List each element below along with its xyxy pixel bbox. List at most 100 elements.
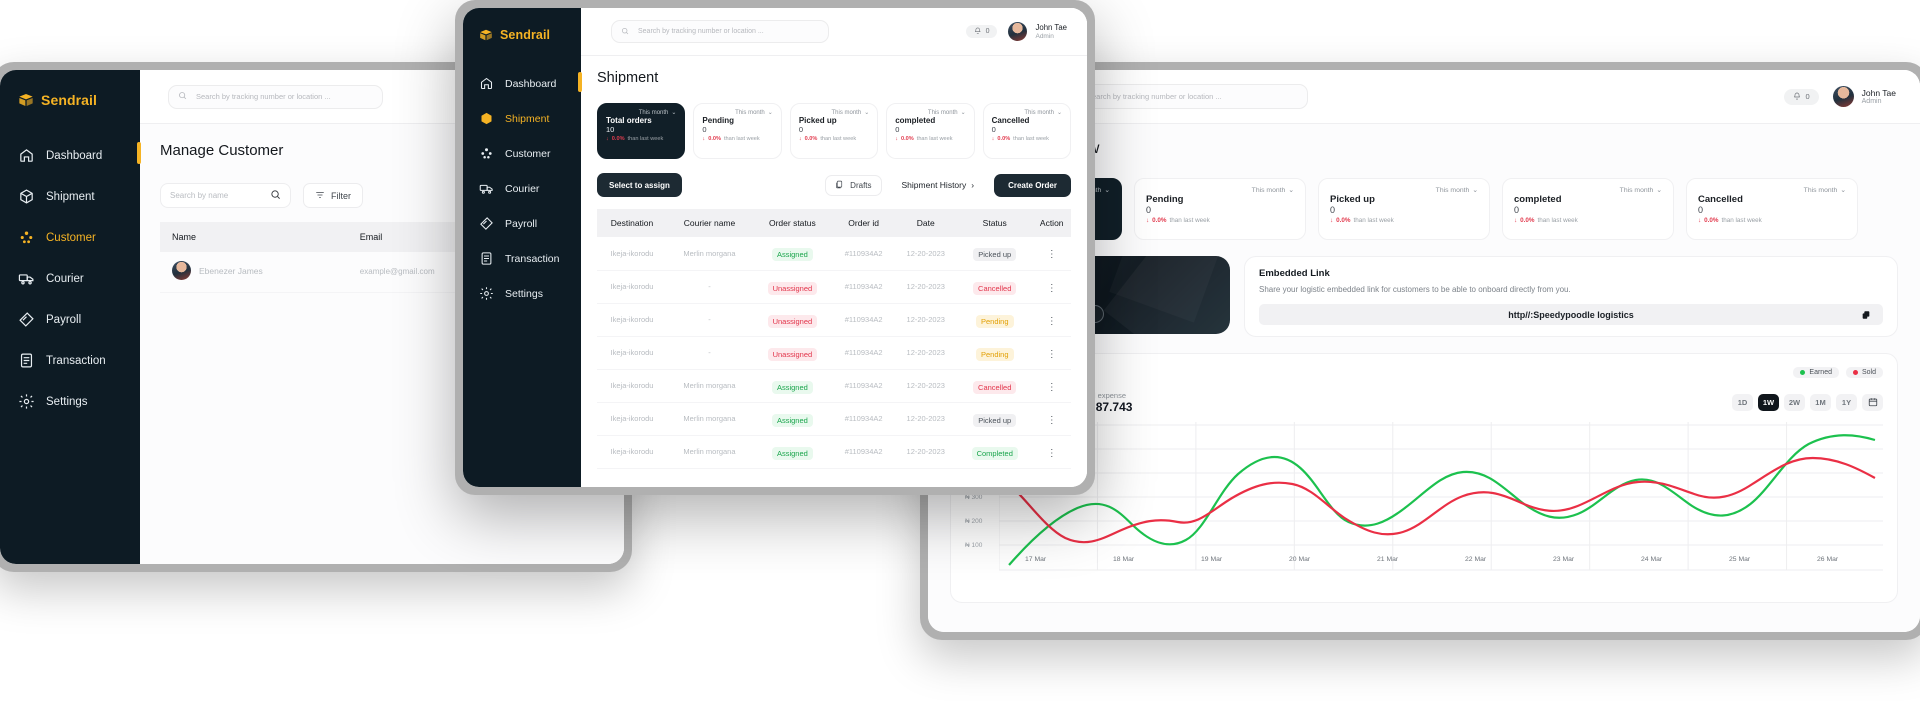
sidebar-item-dashboard[interactable]: Dashboard	[463, 72, 582, 95]
notification-badge[interactable]: 0	[1784, 88, 1819, 105]
range-2w[interactable]: 2W	[1784, 393, 1805, 411]
select-to-assign-button[interactable]: Select to assign	[597, 173, 682, 197]
kebab-menu-icon[interactable]: ⋮	[1047, 448, 1057, 457]
stat-card-total-orders[interactable]: This month ⌄ Total orders 10 ↓0.0%than l…	[597, 103, 686, 159]
table-row[interactable]: Ikeja-ikorodu Merlin morgana Assigned #1…	[597, 435, 1071, 469]
table-row[interactable]: Ikeja-ikorodu Merlin morgana Assigned #1…	[597, 369, 1071, 403]
stat-delta: ↓0.0%than last week	[1698, 217, 1762, 224]
range-1w[interactable]: 1W	[1758, 393, 1779, 411]
stat-period[interactable]: This month ⌄	[1436, 186, 1478, 195]
cube-icon	[479, 111, 494, 126]
table-row[interactable]: Ikeja-ikorodu Merlin morgana Assigned #1…	[597, 402, 1071, 436]
copy-icon[interactable]	[1861, 310, 1871, 320]
kebab-menu-icon[interactable]: ⋮	[1047, 415, 1057, 424]
table-row[interactable]: Ikeja-ikorodu - Unassigned #110934A2 12-…	[597, 303, 1071, 337]
calendar-icon[interactable]	[1862, 393, 1883, 411]
status-badge: Assigned	[771, 446, 813, 460]
sidebar-item-settings[interactable]: Settings	[0, 388, 140, 415]
sidebar-item-courier[interactable]: Courier	[463, 177, 581, 200]
range-1d[interactable]: 1D	[1732, 393, 1753, 411]
sidebar-item-transaction[interactable]: Transaction	[0, 347, 140, 374]
stat-period[interactable]: This month ⌄	[1024, 109, 1062, 117]
stat-card-cancelled[interactable]: This month ⌄ Cancelled 0 ↓ 0.0% than last …	[982, 103, 1072, 159]
notification-badge[interactable]: 0	[966, 24, 998, 39]
brand-name: Sendrail	[41, 92, 98, 108]
stat-card-pending[interactable]: This month ⌄ Pending 0 ↓ 0.0% than last we…	[693, 103, 782, 159]
status-badge: Picked up	[973, 248, 1017, 262]
cell-courier: Merlin morgana	[667, 369, 752, 403]
sidebar-item-dashboard[interactable]: Dashboard	[0, 142, 141, 169]
table-row[interactable]: Ikeja-ikorodu Merlin morgana Assigned #1…	[597, 237, 1071, 271]
sidebar-item-transaction[interactable]: Transaction	[463, 247, 581, 270]
stat-period[interactable]: This month ⌄	[928, 109, 966, 117]
down-arrow-icon: ↓	[991, 136, 995, 142]
create-order-button[interactable]: Create Order	[994, 173, 1071, 197]
sidebar-item-customer[interactable]: Customer	[463, 142, 581, 165]
sidebar-item-payroll[interactable]: Payroll	[0, 306, 140, 333]
stat-period[interactable]: This month ⌄	[1252, 186, 1294, 195]
col-action: Action	[1032, 209, 1071, 237]
stat-card-pending[interactable]: This month ⌄ Pending 0 ↓ 0.0% than last we…	[1134, 178, 1306, 240]
stat-period[interactable]: This month ⌄	[832, 109, 870, 117]
range-1m[interactable]: 1M	[1810, 393, 1831, 411]
cell-order-id: #110934A2	[832, 270, 895, 304]
sidebar-label: Transaction	[46, 354, 106, 367]
chevron-right-icon: ›	[971, 180, 975, 190]
stat-card-picked-up[interactable]: This month ⌄ Picked up 0 ↓ 0.0% than last …	[1318, 178, 1490, 240]
status-badge: Pending	[975, 314, 1014, 328]
legend-dot-sold	[1852, 370, 1858, 375]
filter-button[interactable]: Filter	[303, 183, 363, 208]
stat-card-completed[interactable]: This month ⌄ completed 0 ↓ 0.0% than last …	[886, 103, 975, 159]
y-tick: ₦ 100	[965, 542, 983, 549]
kebab-menu-icon[interactable]: ⋮	[1047, 382, 1057, 391]
col-courier-name: Courier name	[667, 209, 752, 237]
range-1y[interactable]: 1Y	[1836, 393, 1857, 411]
cell-date: 12-20-2023	[894, 369, 958, 403]
home-icon	[18, 147, 35, 164]
cell-order-id: #110934A2	[832, 303, 895, 337]
cell-status: Cancelled	[957, 270, 1033, 304]
left-sidebar: Sendrail Dashboard Shipment Customer Cou…	[0, 70, 141, 564]
stat-card-cancelled[interactable]: This month ⌄ Cancelled 0 ↓ 0.0% than last …	[1686, 178, 1858, 240]
global-search[interactable]: Search by tracking number or location ..…	[611, 20, 829, 43]
kebab-menu-icon[interactable]: ⋮	[1047, 250, 1057, 259]
table-row[interactable]: Ikeja-ikorodu - Unassigned #110934A2 12-…	[597, 336, 1071, 370]
sidebar-item-shipment[interactable]: Shipment	[0, 183, 140, 210]
cell-destination: Ikeja-ikorodu	[597, 336, 668, 370]
stat-card-picked-up[interactable]: This month ⌄ Picked up 0 ↓ 0.0% than last …	[789, 103, 879, 159]
cell-courier: Merlin morgana	[667, 237, 752, 271]
down-arrow-icon: ↓	[798, 136, 802, 142]
cell-courier: -	[667, 303, 752, 337]
kebab-menu-icon[interactable]: ⋮	[1047, 283, 1057, 292]
sidebar-item-customer[interactable]: Customer	[0, 224, 140, 251]
x-tick: 23 Mar	[1553, 556, 1575, 563]
chevron-down-icon: ⌄	[1288, 187, 1294, 194]
global-search[interactable]: Search by tracking number or location ..…	[1058, 84, 1308, 109]
stat-card-completed[interactable]: This month ⌄ completed 0 ↓ 0.0% than last …	[1502, 178, 1674, 240]
col-date: Date	[894, 209, 958, 237]
kebab-menu-icon[interactable]: ⋮	[1047, 349, 1057, 358]
sidebar-item-courier[interactable]: Courier	[0, 265, 140, 292]
user-menu[interactable]: John Tae Admin	[1008, 22, 1067, 41]
shipment-history-link[interactable]: Shipment History ›	[902, 180, 975, 190]
table-row[interactable]: Ikeja-ikorodu - Unassigned #110934A2 12-…	[597, 270, 1071, 304]
sidebar-item-settings[interactable]: Settings	[463, 282, 581, 305]
settings-icon	[18, 393, 35, 410]
cell-status: Picked up	[957, 402, 1033, 436]
kebab-menu-icon[interactable]: ⋮	[1047, 316, 1057, 325]
stat-period[interactable]: This month ⌄	[1620, 186, 1662, 195]
search-input[interactable]: Search by name	[160, 183, 291, 208]
stat-period[interactable]: This month ⌄	[1804, 186, 1846, 195]
drafts-button[interactable]: Drafts	[825, 174, 882, 196]
down-arrow-icon: ↓	[1514, 217, 1518, 224]
embedded-link-field[interactable]: http//:Speedypoodle logistics	[1259, 304, 1883, 325]
stat-period[interactable]: This month ⌄	[735, 109, 773, 117]
home-icon	[479, 76, 494, 91]
user-menu[interactable]: John Tae Admin	[1832, 86, 1896, 107]
sidebar-item-payroll[interactable]: Payroll	[463, 212, 581, 235]
stat-delta: ↓0.0%than last week	[895, 136, 953, 142]
global-search[interactable]: Search by tracking number or location ..…	[168, 84, 383, 109]
cell-order-id: #110934A2	[832, 369, 895, 403]
sidebar-item-shipment[interactable]: Shipment	[463, 107, 581, 130]
stat-period[interactable]: This month ⌄	[639, 109, 677, 117]
